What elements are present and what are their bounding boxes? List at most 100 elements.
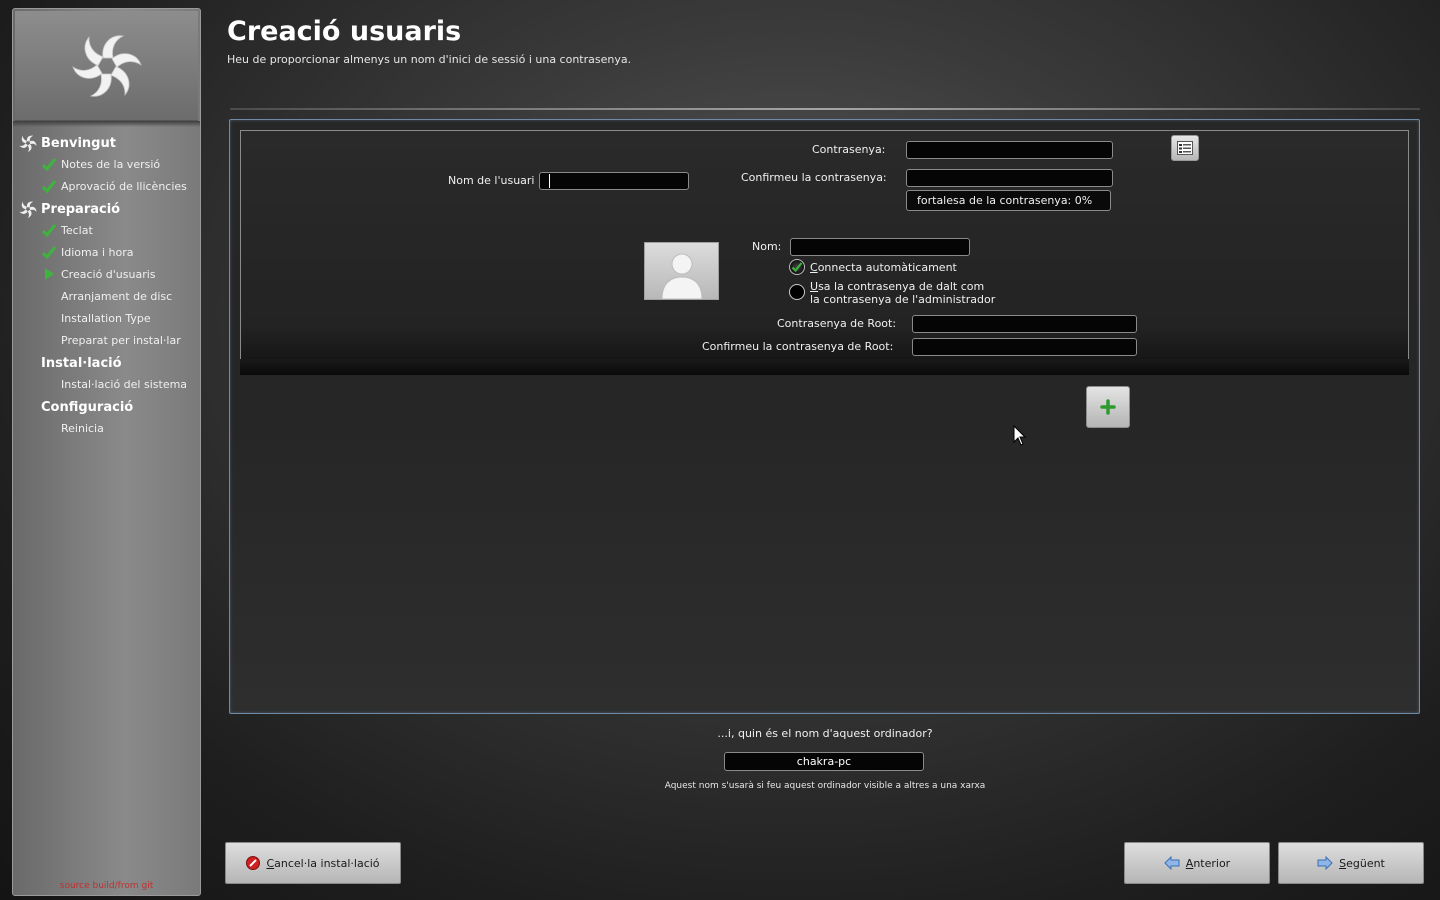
step-label: Idioma i hora: [61, 245, 134, 259]
step-label: Preparat per instal·lar: [61, 333, 181, 347]
step-label: Installation Type: [61, 311, 151, 325]
step-label: Reinicia: [61, 421, 104, 435]
step-reboot: Reinicia: [41, 419, 104, 437]
confirm-root-password-label: Confirmeu la contrasenya de Root:: [702, 340, 894, 353]
cancel-icon: [246, 856, 261, 870]
password-strength-text: fortalesa de la contrasenya: 0%: [917, 194, 1093, 207]
user-card-footer: [240, 359, 1409, 375]
step-ready-install: Preparat per instal·lar: [41, 331, 181, 349]
back-text: nterior: [1193, 856, 1231, 870]
check-icon: [41, 224, 57, 238]
empty-icon: [19, 398, 37, 416]
step-label: Notes de la versió: [61, 157, 161, 171]
section-label: Preparació: [41, 201, 121, 217]
back-button[interactable]: Anterior: [1124, 842, 1270, 884]
use-as-admin-label: Usa la contrasenya de dalt com la contra…: [810, 280, 995, 306]
chakra-logo-icon: [71, 34, 142, 97]
step-label: Aprovació de llicències: [61, 179, 187, 193]
username-label: Nom de l'usuari: [448, 174, 535, 187]
step-installation-type: Installation Type: [41, 309, 151, 327]
step-disk-setup: Arranjament de disc: [41, 287, 172, 305]
hostname-hint: Aquest nom s'usarà si feu aquest ordinad…: [664, 781, 986, 791]
next-label: Següent: [1339, 857, 1385, 870]
next-text: egüent: [1346, 856, 1385, 870]
confirm-password-input[interactable]: [906, 169, 1113, 187]
section-label: Configuració: [41, 399, 134, 415]
check-icon: [41, 246, 57, 260]
user-avatar-button[interactable]: [644, 242, 719, 300]
step-label: Arranjament de disc: [61, 289, 173, 303]
arrow-right-icon: [1317, 856, 1333, 870]
cancel-install-label: Cancel·la instal·lació: [266, 857, 379, 870]
empty-icon: [41, 376, 57, 392]
autologin-checkbox[interactable]: [789, 259, 805, 275]
back-label: Anterior: [1186, 857, 1230, 870]
password-input[interactable]: [906, 141, 1113, 159]
section-label: Instal·lació: [41, 355, 122, 371]
header-divider: [230, 108, 1420, 110]
cancel-install-button[interactable]: Cancel·la instal·lació: [225, 842, 401, 884]
check-icon: [41, 158, 57, 172]
hostname-input[interactable]: chakra-pc: [724, 752, 924, 771]
use-as-admin-row[interactable]: Usa la contrasenya de dalt com la contra…: [789, 280, 995, 306]
check-icon: [41, 180, 57, 194]
step-licenses: Aprovació de llicències: [41, 177, 187, 195]
text-caret: [549, 174, 550, 188]
section-preparation: Preparació: [19, 199, 120, 219]
hostname-question: ...i, quin és el nom d'aquest ordinador?: [717, 727, 933, 740]
step-label: Teclat: [61, 223, 93, 237]
hostname-value: chakra-pc: [796, 755, 852, 768]
empty-icon: [41, 332, 57, 348]
empty-icon: [41, 288, 57, 304]
root-password-label: Contrasenya de Root:: [777, 317, 897, 330]
user-silhouette-icon: [660, 253, 703, 299]
user-details-button[interactable]: [1171, 135, 1199, 161]
cancel-mnemonic: C: [266, 856, 275, 870]
confirm-root-password-input[interactable]: [912, 338, 1137, 356]
empty-icon: [19, 354, 37, 372]
current-step-arrow-icon: [45, 268, 54, 280]
use-as-admin-line1: sa la contrasenya de dalt com: [818, 280, 985, 293]
full-name-label: Nom:: [752, 240, 782, 253]
confirm-password-label: Confirmeu la contrasenya:: [741, 171, 887, 184]
page-title: Creació usuaris: [227, 16, 462, 47]
step-system-install: Instal·lació del sistema: [41, 375, 187, 393]
autologin-mnemonic: C: [810, 261, 818, 274]
root-password-input[interactable]: [912, 315, 1137, 333]
add-user-button[interactable]: [1086, 386, 1130, 428]
source-build-note: source build/from git: [59, 881, 154, 891]
section-welcome: Benvingut: [19, 133, 116, 153]
users-panel: [229, 119, 1420, 714]
section-label: Benvingut: [41, 135, 116, 151]
chakra-logo: [15, 11, 198, 121]
empty-icon: [41, 310, 57, 326]
full-name-input[interactable]: [790, 238, 970, 256]
step-release-notes: Notes de la versió: [41, 155, 160, 173]
autologin-label: Connecta automàticament: [810, 261, 957, 274]
check-icon: [791, 262, 803, 273]
username-input[interactable]: [539, 172, 689, 190]
step-label: Instal·lació del sistema: [61, 377, 188, 391]
arrow-left-icon: [1164, 856, 1180, 870]
use-as-admin-line2: la contrasenya de l'administrador: [810, 293, 996, 306]
plus-icon: [1100, 399, 1116, 415]
step-label: Creació d'usuaris: [61, 267, 156, 281]
autologin-text: onnecta automàticament: [817, 261, 957, 274]
mouse-pointer-icon: [1013, 425, 1027, 446]
next-button[interactable]: Següent: [1278, 842, 1424, 884]
password-strength-indicator: fortalesa de la contrasenya: 0%: [906, 190, 1111, 211]
empty-icon: [41, 420, 57, 436]
page-subtitle: Heu de proporcionar almenys un nom d'ini…: [227, 53, 632, 66]
cancel-text: ancel·la instal·lació: [274, 856, 380, 870]
use-as-admin-checkbox[interactable]: [789, 284, 805, 300]
password-label: Contrasenya:: [812, 143, 886, 156]
sidebar-divider: [13, 121, 200, 127]
section-configuration: Configuració: [19, 397, 133, 417]
autologin-checkbox-row[interactable]: Connecta automàticament: [789, 259, 957, 275]
section-installation: Instal·lació: [19, 353, 122, 373]
details-list-icon: [1177, 141, 1193, 155]
chakra-section-icon: [19, 201, 37, 218]
step-user-creation: Creació d'usuaris: [41, 265, 156, 283]
use-as-admin-mnemonic: U: [810, 280, 819, 293]
chakra-section-icon: [19, 135, 37, 152]
